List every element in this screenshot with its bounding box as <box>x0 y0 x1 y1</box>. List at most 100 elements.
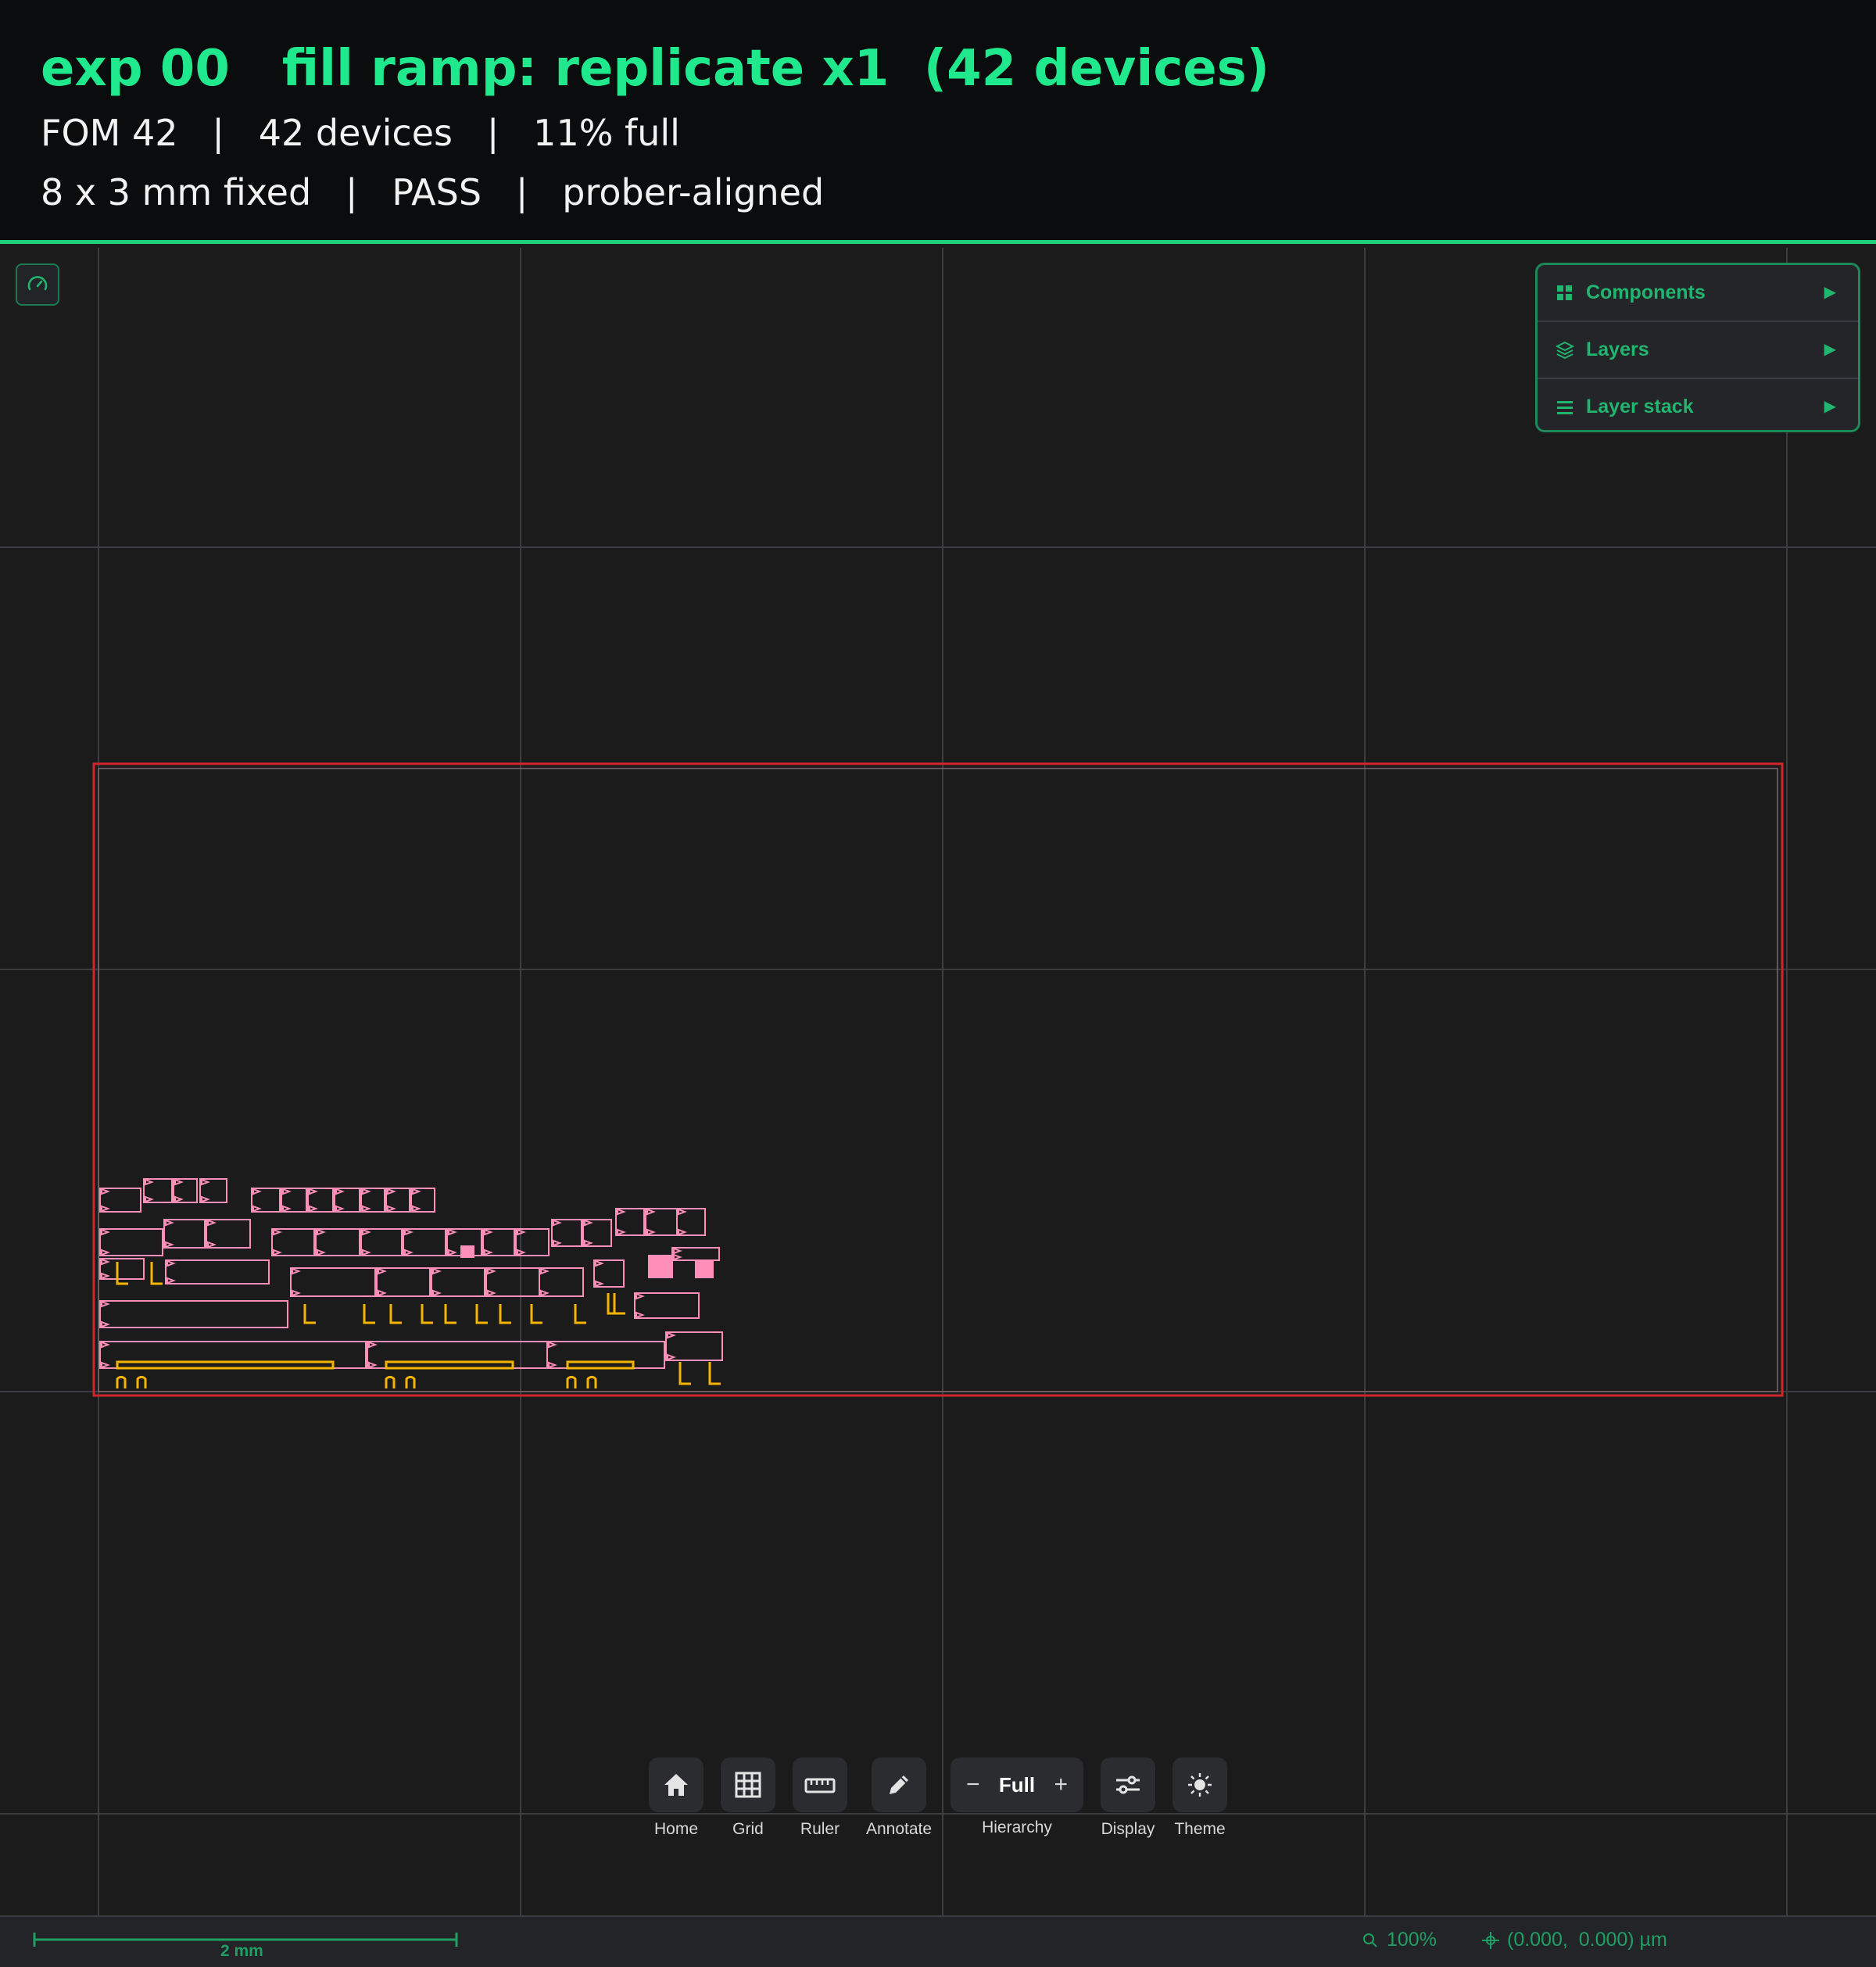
display-button[interactable] <box>1101 1757 1155 1812</box>
grating-coupler <box>145 1178 154 1186</box>
grating-coupler <box>368 1341 378 1349</box>
grating-coupler <box>412 1205 421 1213</box>
grid-lines <box>0 248 1876 1915</box>
panel-item-label: Components <box>1586 281 1706 303</box>
grating-coupler <box>646 1228 656 1236</box>
performance-gauge-button[interactable] <box>16 263 59 306</box>
grid-tool: Grid <box>721 1757 775 1838</box>
grating-coupler <box>317 1249 326 1256</box>
device-ring <box>99 1228 163 1256</box>
grating-coupler <box>673 1253 682 1261</box>
metal-pad <box>385 1375 396 1388</box>
grating-coupler <box>101 1320 110 1328</box>
sun-icon <box>1188 1773 1212 1797</box>
grating-coupler <box>595 1259 604 1267</box>
die-inner-boundary <box>98 768 1778 1392</box>
theme-label: Theme <box>1174 1820 1226 1838</box>
panel-item-layers[interactable]: Layers ▶ <box>1538 322 1858 379</box>
grating-coupler <box>101 1258 110 1266</box>
sliders-icon <box>1116 1775 1140 1794</box>
metal-trace <box>303 1304 316 1324</box>
grating-coupler <box>101 1272 110 1280</box>
hierarchy-increase-button[interactable]: + <box>1054 1772 1068 1798</box>
header-bar: exp 00 fill ramp: replicate x1 (42 devic… <box>0 0 1876 244</box>
layout-canvas[interactable] <box>0 248 1876 1915</box>
grating-coupler <box>174 1195 184 1203</box>
grating-coupler <box>252 1205 262 1213</box>
grating-coupler <box>362 1205 371 1213</box>
grating-coupler <box>174 1178 184 1186</box>
hierarchy-level-value: Full <box>998 1772 1036 1797</box>
panel-item-label: Layer stack <box>1586 396 1694 417</box>
panel-item-layer-stack[interactable]: Layer stack ▶ <box>1538 379 1858 430</box>
cursor-coordinates: (0.000, 0.000) µm <box>1482 1929 1667 1951</box>
hierarchy-decrease-button[interactable]: − <box>966 1772 980 1798</box>
theme-button[interactable] <box>1172 1757 1227 1812</box>
grating-coupler <box>101 1228 110 1236</box>
grating-coupler <box>404 1228 414 1236</box>
grating-coupler <box>201 1195 210 1203</box>
panel-item-components[interactable]: Components ▶ <box>1538 265 1858 322</box>
home-button[interactable] <box>649 1757 704 1812</box>
pad-block <box>648 1255 673 1278</box>
grating-coupler <box>487 1289 496 1297</box>
grid-label: Grid <box>732 1820 764 1838</box>
metal-pad <box>136 1375 147 1388</box>
grating-coupler <box>378 1267 387 1275</box>
grating-coupler <box>487 1267 496 1275</box>
panel-item-label: Layers <box>1586 339 1649 360</box>
grid-button[interactable] <box>721 1757 775 1812</box>
ruler-button[interactable] <box>793 1757 847 1812</box>
grating-coupler <box>448 1228 457 1236</box>
zoom-readout[interactable]: 100% <box>1362 1929 1437 1951</box>
grating-coupler <box>617 1208 626 1216</box>
pad-block <box>460 1245 474 1258</box>
grating-coupler <box>362 1249 371 1256</box>
menu-lines-icon <box>1555 397 1575 417</box>
grating-coupler <box>282 1188 292 1195</box>
crosshair-icon <box>1482 1931 1499 1949</box>
metal-heater <box>116 1360 335 1370</box>
coordinate-value: (0.000, 0.000) µm <box>1507 1929 1667 1951</box>
grating-coupler <box>335 1188 345 1195</box>
metal-trace <box>708 1362 721 1385</box>
pad-block <box>695 1259 714 1278</box>
grating-coupler <box>292 1289 301 1297</box>
metal-pad <box>116 1375 127 1388</box>
annotate-tool: Annotate <box>866 1757 932 1838</box>
grating-coupler <box>673 1247 682 1255</box>
device-ring <box>99 1341 367 1369</box>
constraints-line: 8 x 3 mm fixed | PASS | prober-aligned <box>41 171 825 213</box>
device-ring <box>307 1188 334 1213</box>
grating-coupler <box>584 1239 593 1247</box>
grating-coupler <box>553 1219 562 1227</box>
grating-coupler <box>273 1228 282 1236</box>
side-panel: Components ▶ Layers ▶ Layer stack ▶ <box>1535 263 1860 432</box>
grating-coupler <box>448 1249 457 1256</box>
home-icon <box>664 1774 688 1796</box>
device-ring <box>671 1247 720 1261</box>
metal-trace <box>363 1304 375 1324</box>
grating-coupler <box>646 1208 656 1216</box>
device-ring <box>665 1331 723 1361</box>
zoom-value: 100% <box>1387 1929 1437 1951</box>
pencil-icon <box>890 1775 908 1794</box>
ruler-label: Ruler <box>800 1820 840 1838</box>
device-ring <box>485 1267 540 1297</box>
metrics-line: FOM 42 | 42 devices | 11% full <box>41 112 680 154</box>
grating-coupler <box>378 1289 387 1297</box>
expand-arrow-icon: ▶ <box>1824 339 1836 358</box>
grating-coupler <box>548 1361 557 1369</box>
grating-coupler <box>635 1292 645 1300</box>
grating-coupler <box>145 1195 154 1203</box>
grating-coupler <box>432 1267 442 1275</box>
annotate-button[interactable] <box>872 1757 926 1812</box>
grating-coupler <box>166 1259 176 1267</box>
grating-coupler <box>101 1249 110 1256</box>
grating-coupler <box>432 1289 442 1297</box>
metal-trace <box>475 1304 488 1324</box>
theme-tool: Theme <box>1172 1757 1227 1838</box>
grating-coupler <box>540 1289 550 1297</box>
device-ring <box>143 1178 173 1203</box>
ruler-tool: Ruler <box>793 1757 847 1838</box>
